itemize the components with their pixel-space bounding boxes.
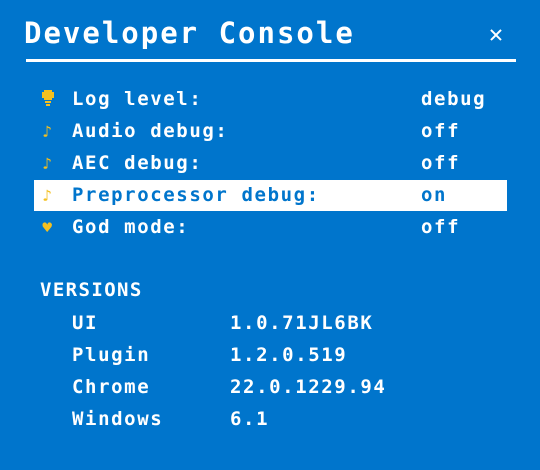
- heart-icon: ♥: [42, 218, 54, 237]
- setting-label: AEC debug:: [72, 152, 203, 174]
- version-value: 6.1: [230, 408, 270, 430]
- title-divider: [26, 59, 516, 62]
- version-row-ui: UI 1.0.71JL6BK: [72, 308, 492, 338]
- setting-value[interactable]: off: [421, 148, 460, 179]
- setting-value[interactable]: on: [421, 180, 447, 211]
- version-name: Chrome: [72, 376, 151, 398]
- setting-value[interactable]: debug: [421, 84, 486, 115]
- version-name: Windows: [72, 408, 164, 430]
- version-row-chrome: Chrome 22.0.1229.94: [72, 372, 492, 402]
- version-name: Plugin: [72, 344, 151, 366]
- setting-label: God mode:: [72, 216, 190, 238]
- music-note-icon: ♪: [42, 154, 54, 173]
- version-value: 22.0.1229.94: [230, 376, 387, 398]
- music-note-icon: ♪: [42, 122, 54, 141]
- setting-row-preprocessor-debug[interactable]: ♪ Preprocessor debug: on: [34, 180, 507, 211]
- version-row-windows: Windows 6.1: [72, 404, 492, 434]
- developer-console-panel: Developer Console ✕ Log level: debug ♪ A…: [0, 0, 540, 470]
- setting-label: Audio debug:: [72, 120, 229, 142]
- setting-label: Log level:: [72, 88, 203, 110]
- setting-row-log-level[interactable]: Log level: debug: [34, 84, 507, 115]
- version-row-plugin: Plugin 1.2.0.519: [72, 340, 492, 370]
- setting-row-god-mode[interactable]: ♥ God mode: off: [34, 212, 507, 243]
- console-title: Developer Console: [24, 16, 355, 50]
- version-value: 1.2.0.519: [230, 344, 348, 366]
- setting-value[interactable]: off: [421, 212, 460, 243]
- setting-row-audio-debug[interactable]: ♪ Audio debug: off: [34, 116, 507, 147]
- setting-row-aec-debug[interactable]: ♪ AEC debug: off: [34, 148, 507, 179]
- versions-heading: VERSIONS: [40, 279, 143, 301]
- setting-value[interactable]: off: [421, 116, 460, 147]
- lightbulb-icon: [38, 84, 58, 118]
- music-note-icon: ♪: [42, 186, 54, 205]
- setting-label: Preprocessor debug:: [72, 184, 320, 206]
- version-value: 1.0.71JL6BK: [230, 312, 374, 334]
- close-icon[interactable]: ✕: [484, 20, 508, 48]
- version-name: UI: [72, 312, 99, 334]
